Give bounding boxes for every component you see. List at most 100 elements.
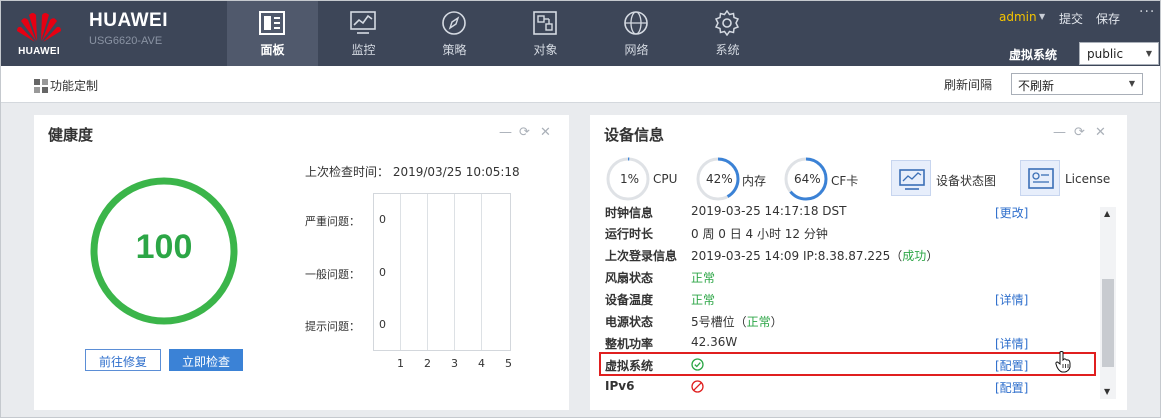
row-key: 时钟信息 <box>605 206 654 220</box>
cf-card-label: CF卡 <box>831 174 859 188</box>
refresh-interval-label: 刷新间隔 <box>944 78 993 92</box>
nav-object[interactable]: 对象 <box>500 1 591 66</box>
list-item: 时钟信息 2019-03-25 14:17:18 DST [更改] <box>605 202 1100 222</box>
scroll-up-icon[interactable]: ▲ <box>1104 209 1110 218</box>
scrollbar[interactable]: ▲ ▼ <box>1100 207 1116 399</box>
vsys-label: 虚拟系统 <box>1009 48 1058 62</box>
issue-label-hint: 提示问题： <box>305 320 360 333</box>
row-value: 2019-03-25 14:09 IP:8.38.87.225（成功） <box>691 247 938 264</box>
row-value-suffix: ） <box>926 249 939 263</box>
power-details-link[interactable]: [详情] <box>995 335 1028 352</box>
row-value: 42.36W <box>691 335 738 349</box>
nav-policy[interactable]: 策略 <box>409 1 500 66</box>
nav-label: 网络 <box>624 43 649 57</box>
refresh-icon[interactable]: ⟳ <box>1074 125 1085 140</box>
scroll-down-icon[interactable]: ▼ <box>1104 387 1110 396</box>
list-item: 运行时长 0 周 0 日 4 小时 12 分钟 <box>605 223 1100 243</box>
minimize-icon[interactable]: — <box>499 125 512 140</box>
list-item: IPv6 [配置] <box>605 377 1100 397</box>
caret-down-icon: ▼ <box>1128 79 1135 88</box>
license-icon[interactable] <box>1020 160 1060 196</box>
health-score: 100 <box>135 228 193 266</box>
health-card: 健康度 — ⟳ ✕ 100 前往修复 立即检查 上次检查时间： 2019/03/… <box>34 115 569 410</box>
nav-label: 策略 <box>442 43 467 57</box>
brand-name: HUAWEI <box>89 10 168 31</box>
status-ok: 正常 <box>691 271 716 285</box>
memory-value: 42% <box>706 172 733 186</box>
globe-icon <box>624 11 648 35</box>
dashboard-icon <box>259 11 285 35</box>
compass-icon <box>442 11 466 35</box>
list-item: 整机功率 42.36W [详情] <box>605 333 1100 353</box>
user-menu[interactable]: admin <box>999 10 1037 24</box>
cpu-value: 1% <box>620 172 640 186</box>
device-model: USG6620-AVE <box>89 35 163 47</box>
row-value: 0 周 0 日 4 小时 12 分钟 <box>691 227 828 241</box>
row-value: 2019-03-25 14:17:18 DST <box>691 204 847 218</box>
change-time-link[interactable]: [更改] <box>995 204 1028 221</box>
row-value: 5号槽位（正常） <box>691 313 783 330</box>
gear-icon <box>714 10 740 36</box>
refresh-interval-select[interactable]: 不刷新 ▼ <box>1011 73 1143 95</box>
caret-down-icon: ▼ <box>1145 49 1152 58</box>
list-item: 风扇状态 正常 <box>605 267 1100 287</box>
ipv6-config-link[interactable]: [配置] <box>995 379 1028 396</box>
status-ok: 正常 <box>746 315 771 329</box>
vsys-value: public <box>1087 47 1124 61</box>
hand-cursor-icon <box>1055 351 1071 373</box>
go-fix-button[interactable]: 前往修复 <box>85 349 161 371</box>
nav-label: 对象 <box>533 43 558 57</box>
row-key: IPv6 <box>605 379 635 393</box>
monitor-icon <box>350 11 376 34</box>
caret-down-icon[interactable]: ▼ <box>1039 12 1045 21</box>
nav-network[interactable]: 网络 <box>591 1 682 66</box>
license-link[interactable]: License <box>1065 172 1110 186</box>
nav-monitor[interactable]: 监控 <box>318 1 409 66</box>
last-check-time: 上次检查时间： 2019/03/25 10:05:18 <box>305 165 520 179</box>
toolbar: 功能定制 刷新间隔 不刷新 ▼ <box>1 66 1160 103</box>
device-status-map-icon[interactable] <box>891 160 931 196</box>
memory-label: 内存 <box>742 174 767 188</box>
scroll-thumb[interactable] <box>1102 279 1114 367</box>
grid-line <box>400 194 401 350</box>
grid-icon[interactable] <box>34 79 48 93</box>
refresh-icon[interactable]: ⟳ <box>519 125 530 140</box>
disabled-icon <box>691 380 704 393</box>
grid-line <box>454 194 455 350</box>
device-title: 设备信息 <box>604 126 665 144</box>
more-icon[interactable]: ··· <box>1139 4 1155 20</box>
temperature-details-link[interactable]: [详情] <box>995 291 1028 308</box>
submit-link[interactable]: 提交 <box>1059 10 1083 27</box>
logo-text: HUAWEI <box>18 46 60 57</box>
cf-card-value: 64% <box>794 172 821 186</box>
nav-dashboard[interactable]: 面板 <box>227 1 318 66</box>
save-link[interactable]: 保存 <box>1096 10 1120 27</box>
check-now-button[interactable]: 立即检查 <box>169 349 243 371</box>
refresh-value: 不刷新 <box>1018 79 1055 93</box>
nav-label: 系统 <box>715 43 740 57</box>
issue-label-severe: 严重问题： <box>305 215 360 228</box>
huawei-logo: HUAWEI <box>13 9 65 61</box>
list-item: 设备温度 正常 [详情] <box>605 289 1100 309</box>
x-tick: 5 <box>505 357 512 370</box>
customize-link[interactable]: 功能定制 <box>50 77 98 94</box>
close-icon[interactable]: ✕ <box>1095 125 1106 140</box>
device-status-map-link[interactable]: 设备状态图 <box>936 172 996 189</box>
row-key: 上次登录信息 <box>605 249 678 263</box>
row-value-text: 2019-03-25 14:09 IP:8.38.87.225（ <box>691 249 903 263</box>
row-key: 风扇状态 <box>605 271 654 285</box>
minimize-icon[interactable]: — <box>1053 125 1066 140</box>
issue-chart-grid <box>373 193 511 351</box>
close-icon[interactable]: ✕ <box>540 125 551 140</box>
vsys-select[interactable]: public ▼ <box>1079 42 1159 65</box>
status-ok: 正常 <box>691 293 716 307</box>
object-icon <box>533 11 557 35</box>
row-value-suffix: ） <box>770 315 783 329</box>
grid-line <box>481 194 482 350</box>
app-root: HUAWEI HUAWEI USG6620-AVE 面板 监控 策略 对象 网络… <box>0 0 1161 418</box>
highlight-box <box>599 352 1096 376</box>
row-key: 运行时长 <box>605 227 654 241</box>
nav-system[interactable]: 系统 <box>682 1 773 66</box>
nav-label: 面板 <box>260 43 285 57</box>
row-key: 设备温度 <box>605 293 654 307</box>
